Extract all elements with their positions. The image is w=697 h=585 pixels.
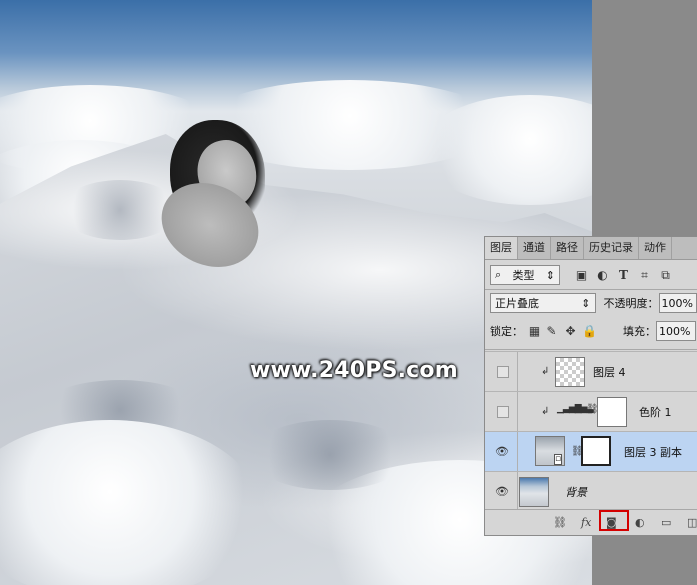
updown-arrows-icon: ⇕ bbox=[581, 296, 591, 310]
separator bbox=[485, 289, 697, 290]
cloud-shadow bbox=[250, 420, 410, 490]
filter-kind-select[interactable]: ⌕ 类型 ⇕ bbox=[490, 265, 560, 285]
lock-label: 锁定： bbox=[490, 325, 523, 338]
new-layer-icon[interactable]: ◫ bbox=[687, 514, 697, 530]
layer-thumbnail[interactable] bbox=[519, 477, 549, 507]
tab-actions[interactable]: 动作 bbox=[639, 237, 672, 259]
column-divider bbox=[517, 472, 518, 511]
fx-icon[interactable]: fx bbox=[581, 514, 591, 530]
tab-paths[interactable]: 路径 bbox=[551, 237, 584, 259]
folder-icon[interactable]: ▭ bbox=[661, 514, 671, 530]
fill-value: 100% bbox=[659, 324, 691, 338]
lock-position-icon[interactable]: ✥ bbox=[563, 324, 578, 339]
workspace-gutter bbox=[592, 0, 697, 236]
smart-object-badge-icon: ▫ bbox=[554, 454, 563, 465]
opacity-value: 100% bbox=[661, 296, 693, 310]
opacity-label: 不透明度： bbox=[603, 297, 659, 310]
type-filter-icon[interactable]: T bbox=[616, 268, 631, 283]
lock-row: 锁定： ▦ ✎ ✥ 🔒 填充： 100% bbox=[490, 321, 697, 341]
smart-object-filter-icon[interactable]: ⧉ bbox=[658, 268, 673, 283]
lock-transparent-icon[interactable]: ▦ bbox=[527, 324, 542, 339]
layers-panel: 图层 通道 路径 历史记录 动作 ⌕ 类型 ⇕ ▣ ◐ T ⌗ ⧉ 正片叠底 ⇕… bbox=[484, 236, 697, 536]
adjustment-icon[interactable]: ◐ bbox=[635, 514, 645, 530]
clipping-arrow-icon: ↲ bbox=[541, 366, 550, 377]
blend-mode-value: 正片叠底 bbox=[495, 297, 539, 310]
layer-mask-thumbnail[interactable] bbox=[581, 436, 611, 466]
clipping-arrow-icon: ↲ bbox=[541, 406, 550, 417]
updown-arrows-icon: ⇕ bbox=[545, 268, 555, 282]
filter-row: ⌕ 类型 ⇕ ▣ ◐ T ⌗ ⧉ bbox=[490, 265, 697, 285]
layer-name[interactable]: 色阶 1 bbox=[639, 404, 672, 420]
tab-channels[interactable]: 通道 bbox=[518, 237, 551, 259]
layer-row[interactable]: ↲ 图层 4 bbox=[485, 351, 697, 391]
tab-layers[interactable]: 图层 bbox=[485, 237, 518, 259]
lock-pixels-icon[interactable]: ✎ bbox=[544, 324, 559, 339]
panel-tabs: 图层 通道 路径 历史记录 动作 bbox=[485, 237, 697, 260]
layer-name[interactable]: 图层 3 副本 bbox=[624, 444, 682, 460]
column-divider bbox=[517, 432, 518, 471]
visibility-toggle[interactable] bbox=[497, 365, 509, 378]
lock-all-icon[interactable]: 🔒 bbox=[582, 324, 597, 339]
layer-row-selected[interactable]: 👁 ▫ ⛓ 图层 3 副本 bbox=[485, 431, 697, 471]
link-layers-icon[interactable]: ⛓ bbox=[553, 514, 567, 530]
eye-icon[interactable]: 👁 bbox=[494, 484, 510, 500]
shape-filter-icon[interactable]: ⌗ bbox=[637, 268, 652, 283]
watermark-text: www.240PS.com bbox=[250, 358, 458, 383]
tab-history[interactable]: 历史记录 bbox=[584, 237, 639, 259]
fill-input[interactable]: 100% bbox=[656, 321, 696, 341]
opacity-input[interactable]: 100% bbox=[658, 293, 697, 313]
blend-row: 正片叠底 ⇕ 不透明度： 100% bbox=[490, 293, 697, 313]
adjustment-filter-icon[interactable]: ◐ bbox=[595, 268, 610, 283]
layer-row[interactable]: ↲ ▁▃▅▇▅▃ ⛓ 色阶 1 bbox=[485, 391, 697, 431]
highlight-box bbox=[599, 510, 629, 531]
layer-name[interactable]: 图层 4 bbox=[593, 364, 626, 380]
column-divider bbox=[517, 352, 518, 391]
layer-row[interactable]: 👁 背景 bbox=[485, 471, 697, 511]
search-icon: ⌕ bbox=[495, 268, 502, 281]
layer-mask-thumbnail[interactable] bbox=[597, 397, 627, 427]
filter-kind-label: 类型 bbox=[512, 269, 535, 282]
panel-footer: ⛓ fx ◙ ◐ ▭ ◫ bbox=[485, 509, 697, 535]
column-divider bbox=[517, 392, 518, 431]
layer-thumbnail[interactable] bbox=[555, 357, 585, 387]
blend-mode-select[interactable]: 正片叠底 ⇕ bbox=[490, 293, 596, 313]
fill-label: 填充： bbox=[623, 325, 656, 338]
image-filter-icon[interactable]: ▣ bbox=[574, 268, 589, 283]
layer-name[interactable]: 背景 bbox=[565, 484, 587, 500]
eye-icon[interactable]: 👁 bbox=[494, 444, 510, 460]
visibility-toggle[interactable] bbox=[497, 405, 509, 418]
